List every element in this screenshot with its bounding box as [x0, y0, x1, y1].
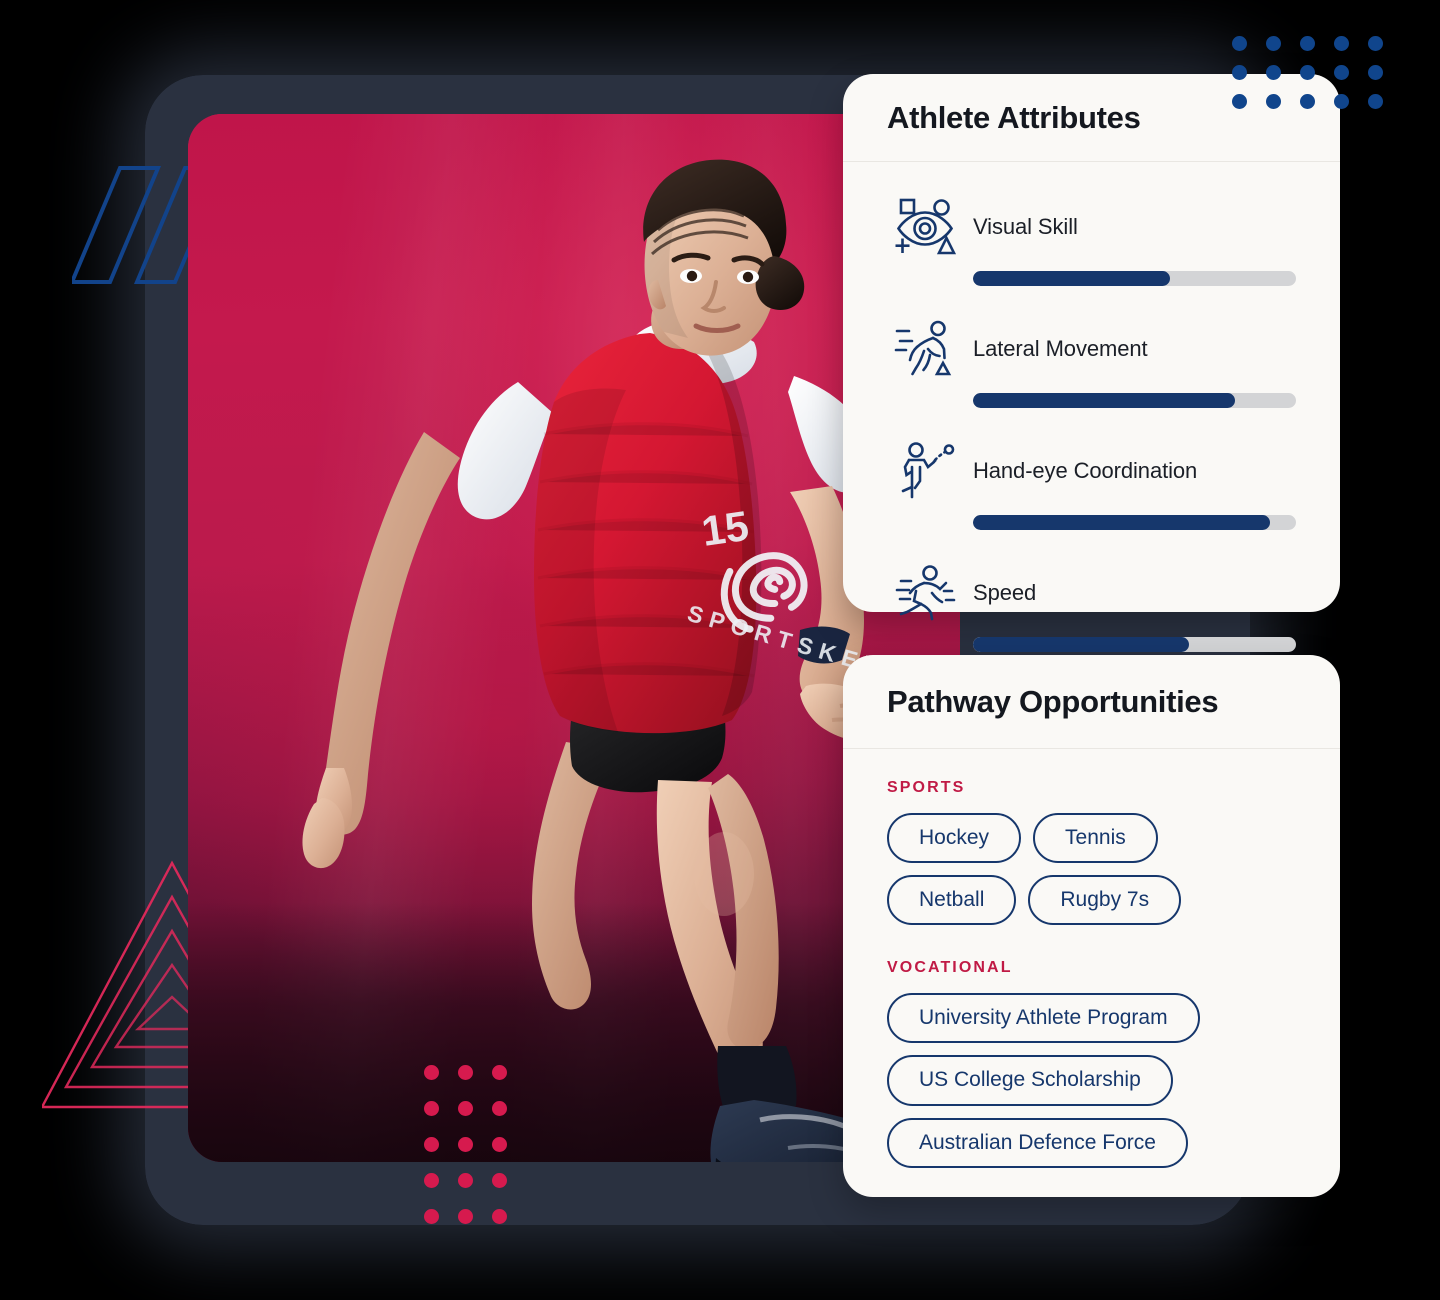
attribute-header: Visual Skill [887, 192, 1296, 262]
chip-netball[interactable]: Netball [887, 875, 1017, 926]
card-header: Pathway Opportunities [843, 655, 1340, 749]
attribute-header: Hand-eye Coordination [887, 436, 1296, 506]
svg-text:15: 15 [699, 502, 752, 555]
attribute-row-hand-eye-coordination[interactable]: Hand-eye Coordination [887, 436, 1296, 530]
attribute-header: Speed [887, 558, 1296, 628]
lateral-runner-icon [887, 314, 963, 384]
pathways-body: SPORTS Hockey Tennis Netball Rugby 7s VO… [843, 749, 1340, 1168]
chip-university-athlete-program[interactable]: University Athlete Program [887, 993, 1200, 1044]
attribute-label: Hand-eye Coordination [973, 458, 1198, 483]
sports-chip-group: Hockey Tennis Netball Rugby 7s [887, 813, 1296, 926]
chip-tennis[interactable]: Tennis [1033, 813, 1158, 864]
attribute-row-speed[interactable]: Speed [887, 558, 1296, 652]
catching-ball-icon [887, 436, 963, 506]
attribute-progress-fill [973, 271, 1171, 286]
blue-dot-grid-decoration [1232, 36, 1402, 123]
pink-dot-grid-decoration [424, 1065, 526, 1245]
vocational-chip-group: University Athlete Program US College Sc… [887, 993, 1296, 1168]
group-label-vocational: VOCATIONAL [887, 959, 1013, 977]
attribute-label: Visual Skill [973, 214, 1078, 239]
attribute-progress-fill [973, 393, 1235, 408]
chip-hockey[interactable]: Hockey [887, 813, 1022, 864]
attribute-label: Lateral Movement [973, 336, 1148, 361]
attribute-progress-track [973, 271, 1296, 286]
page-root: 15 SPORTSKEY Athlete Attributes Visual S… [0, 0, 1440, 1300]
chip-rugby-7s[interactable]: Rugby 7s [1028, 875, 1182, 926]
page-title: Athlete Attributes [887, 99, 1141, 135]
chip-us-college-scholarship[interactable]: US College Scholarship [887, 1055, 1173, 1106]
attribute-row-lateral-movement[interactable]: Lateral Movement [887, 314, 1296, 408]
group-label-sports: SPORTS [887, 779, 966, 796]
attribute-progress-track [973, 637, 1296, 652]
attributes-list: Visual Skill Lateral Movement Hand-eye C… [843, 162, 1340, 652]
pathway-opportunities-card: Pathway Opportunities SPORTS Hockey Tenn… [843, 655, 1340, 1197]
eye-vision-icon [887, 192, 963, 262]
athlete-attributes-card: Athlete Attributes Visual Skill Lateral … [843, 74, 1340, 652]
attribute-header: Lateral Movement [887, 314, 1296, 384]
attribute-progress-track [973, 515, 1296, 530]
attribute-progress-fill [973, 637, 1190, 652]
sprinting-runner-icon [887, 558, 963, 628]
attribute-row-visual-skill[interactable]: Visual Skill [887, 192, 1296, 286]
chip-australian-defence-force[interactable]: Australian Defence Force [887, 1117, 1188, 1168]
attribute-progress-track [973, 393, 1296, 408]
page-title: Pathway Opportunities [887, 683, 1219, 719]
attribute-label: Speed [973, 580, 1037, 605]
attribute-progress-fill [973, 515, 1271, 530]
